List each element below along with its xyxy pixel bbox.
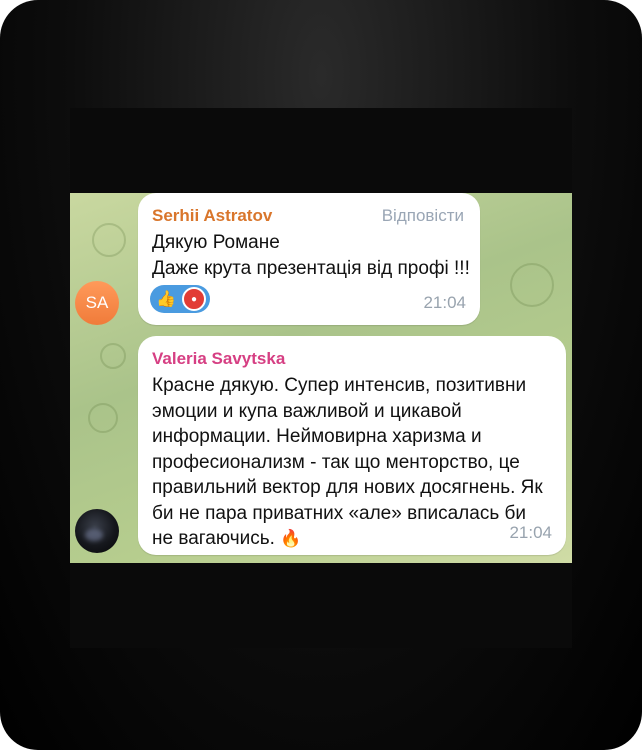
message-bubble[interactable]: Serhii Astratov Відповісти Дякую Романе … [138, 193, 480, 325]
reply-button[interactable]: Відповісти [382, 206, 464, 226]
message-text-line: Дякую Романе [152, 232, 280, 253]
avatar-valeria[interactable] [75, 509, 119, 553]
background-doodle [100, 343, 126, 369]
message-text: Красне дякую. Супер интенсив, позитивни … [152, 373, 552, 552]
device-frame: SA Serhii Astratov Відповісти Дякую Рома… [0, 0, 642, 750]
background-doodle [510, 263, 554, 307]
sender-name[interactable]: Serhii Astratov [152, 206, 272, 226]
fire-emoji-icon: 🔥 [280, 529, 302, 548]
background-doodle [92, 223, 126, 257]
message-bubble[interactable]: Valeria Savytska Красне дякую. Супер инт… [138, 336, 566, 555]
message-time: 21:04 [423, 293, 466, 312]
chat-area: SA Serhii Astratov Відповісти Дякую Рома… [70, 193, 572, 563]
thumbs-up-icon: 👍 [156, 291, 176, 308]
background-doodle [88, 403, 118, 433]
reactor-avatar: ● [182, 287, 206, 311]
avatar-photo [85, 529, 103, 541]
message-text-body: Красне дякую. Супер интенсив, позитивни … [152, 375, 543, 549]
sender-name[interactable]: Valeria Savytska [152, 349, 285, 369]
reaction-chip[interactable]: 👍 ● [150, 285, 210, 313]
avatar-serhii[interactable]: SA [75, 281, 119, 325]
message-time: 21:04 [509, 523, 552, 542]
avatar-initials: SA [85, 293, 109, 312]
message-text-line: Даже крута презентація від профі !!! [152, 258, 470, 279]
